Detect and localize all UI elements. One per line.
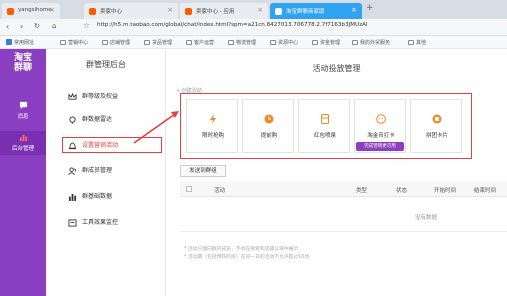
bookmark-item[interactable]: 常用网址 [6,39,34,46]
forward-icon[interactable]: › [20,22,23,31]
favicon-icon [7,8,14,15]
reload-icon[interactable]: ↻ [34,22,40,30]
apps-icon [6,39,12,45]
column-header: 状态 [396,188,408,194]
page-title: 活动投放管理 [312,64,361,73]
bookmarks-bar: 常用网址 营销中心 店铺管理 货品管理 客户运营 物流管理 资源中心 资金管理 … [0,36,507,49]
group-card-icon [432,114,442,124]
activity-card-presale[interactable]: 提前购 [242,99,294,153]
divider [180,231,507,232]
bookmark-item[interactable]: 货品管理 [144,39,172,46]
red-packet-icon [321,114,329,124]
coin-icon [376,114,386,124]
select-all-checkbox[interactable] [186,186,192,192]
url-field[interactable]: http://h5.m.taobao.com/global/chat/index… [97,22,368,28]
users-icon [68,167,77,175]
bar-chart-icon [68,193,77,201]
sidebar-item-admin[interactable]: 后台管理 [0,131,46,155]
bookmark-item[interactable]: 客户运营 [186,39,214,46]
bell-icon [68,142,77,150]
close-icon[interactable]: × [49,6,55,14]
empty-state: 没有数据 [414,215,437,221]
browser-tab[interactable]: yangsihome × [2,3,60,19]
folder-icon [60,40,66,45]
menu-item-data-radar[interactable]: 群数据雷达 [68,112,158,128]
lightning-icon [210,114,216,124]
folder-icon [144,40,150,45]
admin-menu: 群管理后台 群等级及权益 群数据雷达 设置营销活动 群成员管理 群基础数据 工具… [46,49,166,296]
activity-card-group-buy[interactable]: 拼团卡片 [410,99,462,153]
bookmark-item[interactable]: 物流管理 [228,39,256,46]
close-icon[interactable]: × [257,6,263,14]
menu-item-marketing-activity[interactable]: 设置营销活动 [62,137,162,153]
folder-icon [186,40,192,45]
menu-item-basic-data[interactable]: 群基础数据 [68,189,158,205]
note-text: * 活动只面向群内成员，不会在搜索和店铺公域中展示 [184,247,299,252]
favicon-icon [185,8,192,15]
browser-tab-active[interactable]: 淘宝群聊商家版 × [270,3,362,19]
app-sidebar: 淘宝 群聊 消息 后台管理 [0,49,46,296]
chat-bubble-icon [19,101,27,110]
menu-item-tool-monitor[interactable]: 工具效果监控 [68,215,158,231]
recommend-badge: 完成营销更可用 [356,142,404,151]
table-header: 活动 类型 状态 开始时间 结束时间 [180,182,507,197]
bookmark-star-icon[interactable]: ☆ [83,21,90,30]
folder-icon [408,40,414,45]
activity-card-flash-sale[interactable]: 限时抢购 [186,99,238,153]
folder-icon [228,40,234,45]
browser-tab[interactable]: 卖家中心 × [84,3,178,19]
bookmark-item[interactable]: 店铺管理 [102,39,130,46]
main-content: 活动投放管理 + 创建活动 限时抢购 提前购 红包喷泉 淘金币打卡 拼团卡片 完… [166,49,507,296]
activity-card-red-packet[interactable]: 红包喷泉 [298,99,350,153]
bookmark-item[interactable]: 我的外贸服务 [352,39,390,46]
bar-chart-icon [19,134,27,142]
back-icon[interactable]: ‹ [6,22,9,31]
bookmark-item[interactable]: 资金管理 [312,39,340,46]
note-text: * 活动期（包括预热阶段）在同一日的活动不允许超过10场 [184,255,310,260]
browser-tab-bar: yangsihome × 卖家中心 × 卖家中心 - 应用 × 淘宝群聊商家版 … [0,0,507,19]
menu-title: 群管理后台 [86,60,126,69]
favicon-icon [275,8,282,15]
favicon-icon [89,8,96,15]
address-bar: ‹ › ↻ ⌂ ☆ http://h5.m.taobao.com/global/… [0,19,507,36]
menu-item-group-level[interactable]: 群等级及权益 [68,89,158,105]
column-header: 结束时间 [474,188,497,194]
clock-icon [264,114,274,124]
bookmark-item[interactable]: 其他 [408,39,426,46]
crown-icon [68,93,77,100]
folder-icon [312,40,318,45]
home-icon[interactable]: ⌂ [52,22,56,30]
close-icon[interactable]: × [351,6,357,14]
monitor-icon [68,219,77,227]
send-to-group-button[interactable]: 发送到群组 [180,165,226,177]
folder-icon [352,40,358,45]
column-header: 开始时间 [434,188,457,194]
activity-card-group: 限时抢购 提前购 红包喷泉 淘金币打卡 拼团卡片 完成营销更可用 [180,93,472,159]
folder-icon [102,40,108,45]
close-icon[interactable]: × [167,6,173,14]
bookmark-item[interactable]: 营销中心 [60,39,88,46]
folder-icon [270,40,276,45]
column-header: 活动 [214,188,226,194]
bookmark-item[interactable]: 资源中心 [270,39,298,46]
menu-item-member-management[interactable]: 群成员管理 [68,163,158,179]
bulb-icon [69,116,76,124]
column-header: 类型 [356,188,368,194]
browser-tab[interactable]: 卖家中心 - 应用 × [180,3,268,19]
sidebar-item-messages[interactable]: 消息 [0,101,46,123]
app-logo: 淘宝 群聊 [13,53,32,73]
new-tab-button[interactable]: + [366,3,374,13]
